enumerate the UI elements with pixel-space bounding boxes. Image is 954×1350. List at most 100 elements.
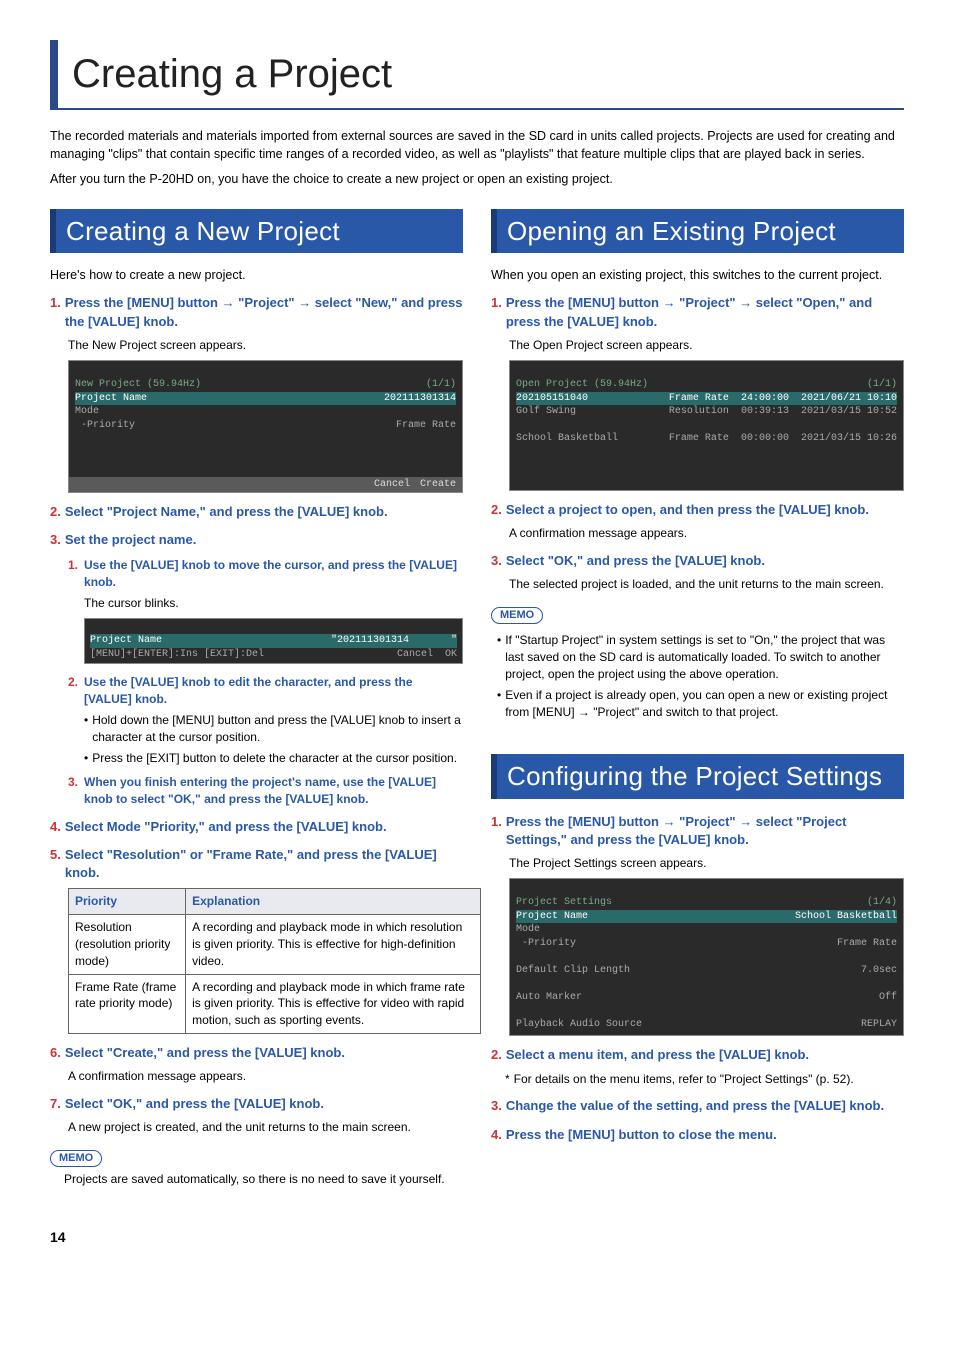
ss-create: Create	[420, 478, 456, 492]
ss-row: 202105151040	[516, 392, 588, 406]
ss-row: Mode	[516, 924, 540, 935]
ss-val: 202111301314	[384, 392, 456, 406]
ss-cancel: Cancel	[397, 649, 433, 660]
step-text: Change the value of the setting, and pre…	[506, 1097, 904, 1115]
step-number: 1.	[50, 294, 61, 312]
ss-page: (1/4)	[867, 896, 897, 910]
intro-para-2: After you turn the P-20HD on, you have t…	[50, 171, 904, 189]
create-step-6: 6. Select "Create," and press the [VALUE…	[50, 1044, 463, 1062]
ss-val: School Basketball	[795, 910, 897, 924]
left-column: Creating a New Project Here's how to cre…	[50, 209, 463, 1189]
conf-step2-note: For details on the menu items, refer to …	[505, 1071, 904, 1088]
td: A recording and playback mode in which r…	[186, 915, 481, 974]
step7-subtext: A new project is created, and the unit r…	[68, 1119, 463, 1136]
ss-cancel: Cancel	[374, 478, 410, 492]
page-title: Creating a Project	[50, 40, 904, 110]
substep-3-1-sub: The cursor blinks.	[84, 595, 463, 612]
ss-row: Project Name	[90, 634, 162, 648]
ss-page: (1/1)	[426, 378, 456, 392]
ss-val: 7.0sec	[861, 964, 897, 978]
step6-subtext: A confirmation message appears.	[68, 1068, 463, 1085]
ss-row: Auto Marker	[516, 991, 582, 1005]
memo-item: Even if a project is already open, you c…	[497, 687, 904, 721]
screenshot-open-project: Open Project (59.94Hz) (1/1) 202105151040…	[509, 360, 904, 492]
create-step-7: 7. Select "OK," and press the [VALUE] kn…	[50, 1095, 463, 1113]
conf-step-3: 3. Change the value of the setting, and …	[491, 1097, 904, 1115]
screenshot-new-project: New Project (59.94Hz) (1/1) Project Name 2…	[68, 360, 463, 494]
td: A recording and playback mode in which f…	[186, 974, 481, 1033]
create-step-4: 4. Select Mode "Priority," and press the…	[50, 818, 463, 836]
ss-title: Open Project (59.94Hz)	[516, 379, 648, 390]
step-number: 4.	[491, 1126, 502, 1144]
bullet: Press the [EXIT] button to delete the ch…	[84, 750, 463, 767]
step-number: 3.	[491, 552, 502, 570]
priority-table: PriorityExplanation Resolution (resoluti…	[68, 888, 481, 1034]
step-number: 3.	[50, 531, 61, 549]
step-text: Select Mode "Priority," and press the [V…	[65, 818, 463, 836]
substep-3-1: 1. Use the [VALUE] knob to move the curs…	[68, 557, 463, 591]
step-text: Press the [MENU] button → "Project" → se…	[506, 294, 904, 330]
create-step-5: 5. Select "Resolution" or "Frame Rate," …	[50, 846, 463, 882]
heading-configuring: Configuring the Project Settings	[491, 754, 904, 798]
step-text: Set the project name.	[65, 531, 463, 549]
memo-text: Projects are saved automatically, so the…	[64, 1171, 463, 1188]
step-number: 1.	[491, 294, 502, 312]
td: Frame Rate (frame rate priority mode)	[69, 974, 186, 1033]
ss-row: Playback Audio Source	[516, 1018, 642, 1032]
substep-text: When you finish entering the project's n…	[84, 774, 463, 808]
open-step2-sub: A confirmation message appears.	[509, 525, 904, 542]
step-text: Press the [MENU] button → "Project" → se…	[65, 294, 463, 330]
conf-step1-sub: The Project Settings screen appears.	[509, 855, 904, 872]
memo-label: MEMO	[491, 607, 543, 624]
screenshot-project-settings: Project Settings(1/4) Project NameSchool…	[509, 878, 904, 1037]
step-number: 3.	[491, 1097, 502, 1115]
ss-row: School Basketball	[516, 432, 618, 446]
step-text: Select a menu item, and press the [VALUE…	[506, 1046, 904, 1064]
step-text: Select "OK," and press the [VALUE] knob.	[65, 1095, 463, 1113]
step-number: 1.	[491, 813, 502, 831]
create-step-1: 1. Press the [MENU] button → "Project" →…	[50, 294, 463, 330]
substep-text: Use the [VALUE] knob to edit the charact…	[84, 674, 463, 708]
intro-para-1: The recorded materials and materials imp…	[50, 128, 904, 163]
ss-row: Default Clip Length	[516, 964, 630, 978]
conf-step-1: 1. Press the [MENU] button → "Project" →…	[491, 813, 904, 849]
screenshot-project-name-edit: Project Name "202111301314 " [MENU]+[ENTE…	[84, 618, 463, 665]
step-text: Select "Create," and press the [VALUE] k…	[65, 1044, 463, 1062]
step-number: 4.	[50, 818, 61, 836]
ss-val: REPLAY	[861, 1018, 897, 1032]
ss-title: New Project (59.94Hz)	[75, 379, 201, 390]
substep-number: 1.	[68, 557, 78, 591]
step-text: Select a project to open, and then press…	[506, 501, 904, 519]
substep-3-2: 2. Use the [VALUE] knob to edit the char…	[68, 674, 463, 708]
ss-row: Mode	[75, 406, 99, 417]
memo-item: If "Startup Project" in system settings …	[497, 632, 904, 682]
conf-step-2: 2. Select a menu item, and press the [VA…	[491, 1046, 904, 1064]
ss-row: Golf Swing	[516, 405, 576, 419]
lead-open: When you open an existing project, this …	[491, 267, 904, 285]
heading-creating-new: Creating a New Project	[50, 209, 463, 253]
open-step-3: 3. Select "OK," and press the [VALUE] kn…	[491, 552, 904, 570]
th-explanation: Explanation	[186, 889, 481, 915]
step-number: 2.	[491, 501, 502, 519]
step-number: 2.	[491, 1046, 502, 1064]
step-number: 6.	[50, 1044, 61, 1062]
lead-create: Here's how to create a new project.	[50, 267, 463, 285]
step-text: Select "Project Name," and press the [VA…	[65, 503, 463, 521]
heading-opening-existing: Opening an Existing Project	[491, 209, 904, 253]
substep-text: Use the [VALUE] knob to move the cursor,…	[84, 557, 463, 591]
step-text: Press the [MENU] button to close the men…	[506, 1126, 904, 1144]
ss-row: Project Name	[75, 392, 147, 406]
create-step-3: 3. Set the project name.	[50, 531, 463, 549]
substep-number: 2.	[68, 674, 78, 708]
conf-step-4: 4. Press the [MENU] button to close the …	[491, 1126, 904, 1144]
bullet: Hold down the [MENU] button and press th…	[84, 712, 463, 746]
ss-row: Project Name	[516, 910, 588, 924]
create-step-2: 2. Select "Project Name," and press the …	[50, 503, 463, 521]
ss-ok: OK	[445, 649, 457, 660]
th-priority: Priority	[69, 889, 186, 915]
ss-hint: [MENU]+[ENTER]:Ins [EXIT]:Del	[90, 648, 264, 662]
intro-block: The recorded materials and materials imp…	[50, 128, 904, 189]
ss-val: "202111301314 "	[331, 634, 457, 648]
step-number: 7.	[50, 1095, 61, 1113]
ss-page: (1/1)	[867, 378, 897, 392]
